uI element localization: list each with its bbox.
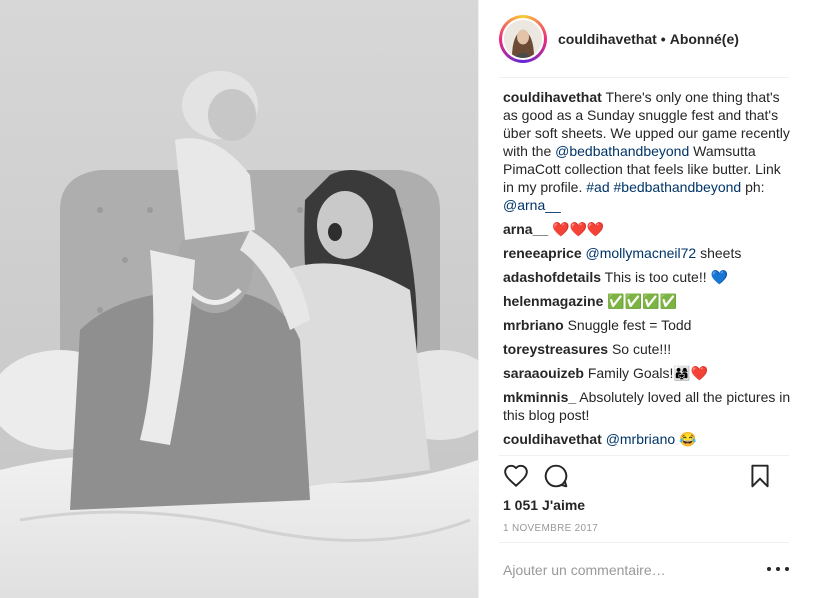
more-dot [767, 567, 771, 571]
comment-text: 😂 [675, 431, 697, 447]
list-item: toreystreasures So cute!!! [503, 340, 793, 358]
list-item: mkminnis_ Absolutely loved all the pictu… [503, 388, 793, 424]
comment-mention[interactable]: @mrbriano [606, 431, 675, 447]
comment-text: ❤️❤️❤️ [552, 221, 605, 237]
caption-mention[interactable]: @bedbathandbeyond [555, 143, 689, 159]
list-item: mrbriano Snuggle fest = Todd [503, 316, 793, 334]
list-item: adashofdetails This is too cute!! 💙 [503, 268, 793, 286]
follow-status-button[interactable]: Abonné(e) [670, 31, 739, 47]
likes-number: 1 051 [503, 497, 539, 513]
list-item: helenmagazine ✅✅✅✅ [503, 292, 793, 310]
more-dot [776, 567, 780, 571]
speech-bubble-icon[interactable] [543, 463, 569, 489]
avatar[interactable] [502, 18, 544, 60]
comment-username[interactable]: saraaouizeb [503, 365, 584, 381]
header-text: couldihavethat • Abonné(e) [558, 31, 739, 47]
comment-username[interactable]: adashofdetails [503, 269, 601, 285]
comment-username[interactable]: helenmagazine [503, 293, 603, 309]
comment-text: ✅✅✅✅ [607, 293, 677, 309]
photo-illustration [0, 0, 478, 598]
comment-username[interactable]: mrbriano [503, 317, 564, 333]
input-divider [499, 542, 789, 543]
caption: couldihavethat There's only one thing th… [503, 88, 793, 214]
comment-username[interactable]: toreystreasures [503, 341, 608, 357]
comment-text: This is too cute!! 💙 [604, 269, 728, 285]
more-options-icon[interactable] [767, 562, 789, 576]
list-item: arna__ ❤️❤️❤️ [503, 220, 793, 238]
caption-mention-photographer[interactable]: @arna__ [503, 197, 561, 213]
comment-input[interactable] [503, 558, 733, 582]
list-item: couldihavethat @mrbriano 😂 [503, 430, 793, 448]
bookmark-icon[interactable] [747, 463, 773, 489]
heart-icon[interactable] [503, 463, 529, 489]
comments-divider [499, 455, 789, 456]
list-item: reneeaprice @mollymacneil72 sheets [503, 244, 793, 262]
comment-mention[interactable]: @mollymacneil72 [586, 245, 697, 261]
comments-list: couldihavethat There's only one thing th… [503, 88, 793, 456]
post-photo[interactable] [0, 0, 478, 598]
comment-text: sheets [696, 245, 742, 261]
caption-hashtag-ad[interactable]: #ad [586, 179, 609, 195]
list-item: saraaouizeb Family Goals!👨‍👩‍👧❤️ [503, 364, 793, 382]
header-separator: • [660, 31, 666, 47]
comment-text: So cute!!! [611, 341, 672, 357]
comment-text: Family Goals!👨‍👩‍👧❤️ [587, 365, 709, 381]
comment-username[interactable]: arna__ [503, 221, 548, 237]
caption-hashtag-bedbathandbeyond[interactable]: #bedbathandbeyond [614, 179, 742, 195]
caption-text-3: ph: [741, 179, 765, 195]
avatar-image [504, 20, 542, 58]
comment-text: Snuggle fest = Todd [567, 317, 692, 333]
post-date[interactable]: 1 NOVEMBRE 2017 [503, 523, 598, 534]
comment-username[interactable]: reneeaprice [503, 245, 582, 261]
likes-label: J'aime [542, 497, 586, 513]
header-divider [499, 77, 789, 78]
more-dot [785, 567, 789, 571]
post-header: couldihavethat • Abonné(e) [499, 14, 790, 64]
caption-username[interactable]: couldihavethat [503, 89, 602, 105]
comment-username[interactable]: couldihavethat [503, 431, 602, 447]
comment-username[interactable]: mkminnis_ [503, 389, 576, 405]
action-bar [503, 463, 773, 491]
avatar-ring[interactable] [499, 15, 547, 63]
author-username[interactable]: couldihavethat [558, 31, 657, 47]
likes-count[interactable]: 1 051 J'aime [503, 497, 589, 513]
post-details-panel: couldihavethat • Abonné(e) couldihavetha… [478, 0, 813, 598]
